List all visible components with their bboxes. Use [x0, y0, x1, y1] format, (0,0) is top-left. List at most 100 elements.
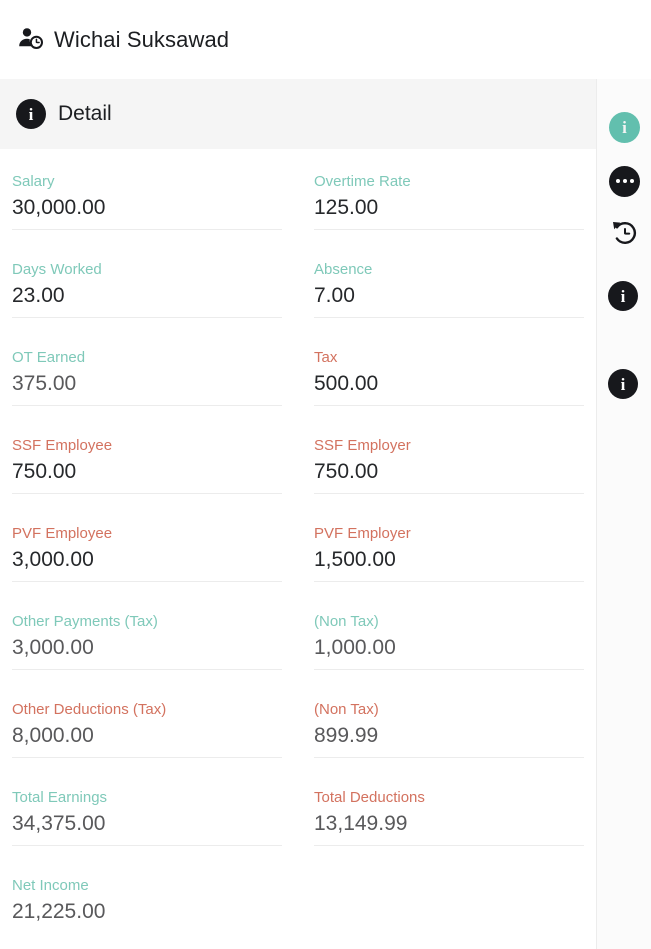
column-gap [294, 701, 302, 789]
info-circle-icon: i [608, 369, 638, 399]
field-ot-earned[interactable]: OT Earned 375.00 [0, 349, 294, 437]
field-underline [314, 317, 584, 318]
field-value[interactable]: 899.99 [314, 719, 584, 749]
field-value[interactable]: 125.00 [314, 191, 584, 221]
field-label: PVF Employer [314, 525, 584, 543]
field-salary[interactable]: Salary 30,000.00 [0, 173, 294, 261]
field-underline [314, 229, 584, 230]
detail-form: Salary 30,000.00 Overtime Rate 125.00 Da… [0, 149, 596, 949]
field-underline [314, 757, 584, 758]
absence-info-button[interactable]: i [608, 281, 638, 311]
field-value: 21,225.00 [12, 895, 282, 925]
field-underline [314, 405, 584, 406]
page-title: Wichai Suksawad [54, 27, 229, 53]
column-gap [294, 349, 302, 437]
rail-button-info[interactable]: i [597, 99, 651, 155]
field-value[interactable]: 500.00 [314, 367, 584, 397]
field-pvf-employee[interactable]: PVF Employee 3,000.00 [0, 525, 294, 613]
field-label: PVF Employee [12, 525, 282, 543]
column-gap [294, 789, 302, 877]
field-days-worked[interactable]: Days Worked 23.00 [0, 261, 294, 349]
field-value[interactable]: 1,500.00 [314, 543, 584, 573]
column-gap [294, 613, 302, 701]
field-value[interactable]: 23.00 [12, 279, 282, 309]
field-underline [314, 845, 584, 846]
field-absence[interactable]: Absence 7.00 i [302, 261, 596, 349]
field-value[interactable]: 1,000.00 [314, 631, 584, 661]
field-underline [12, 405, 282, 406]
field-underline [12, 845, 282, 846]
rail-button-history[interactable] [597, 207, 651, 263]
field-value: 13,149.99 [314, 807, 584, 837]
field-underline [12, 493, 282, 494]
field-label: Salary [12, 173, 282, 191]
field-total-earnings: Total Earnings 34,375.00 [0, 789, 294, 877]
field-ssf-employer[interactable]: SSF Employer 750.00 [302, 437, 596, 525]
field-label: (Non Tax) [314, 701, 584, 719]
user-clock-icon [16, 25, 46, 55]
field-value[interactable]: 3,000.00 [12, 631, 282, 661]
detail-section-header: i Detail [0, 79, 651, 149]
field-other-deductions-non-tax[interactable]: (Non Tax) 899.99 [302, 701, 596, 789]
field-underline [12, 229, 282, 230]
field-value[interactable]: 30,000.00 [12, 191, 282, 221]
field-value[interactable]: 8,000.00 [12, 719, 282, 749]
right-rail: i [596, 79, 651, 949]
form-row: Net Income 21,225.00 [0, 877, 596, 949]
info-circle-icon: i [609, 112, 640, 143]
form-row: Total Earnings 34,375.00 Total Deduction… [0, 789, 596, 877]
field-net-income: Net Income 21,225.00 [0, 877, 294, 949]
field-underline [12, 581, 282, 582]
field-value[interactable]: 750.00 [12, 455, 282, 485]
form-row: Other Deductions (Tax) 8,000.00 (Non Tax… [0, 701, 596, 789]
field-other-payments-tax[interactable]: Other Payments (Tax) 3,000.00 [0, 613, 294, 701]
ellipsis-circle-icon [609, 166, 640, 197]
field-label: Days Worked [12, 261, 282, 279]
field-underline [12, 757, 282, 758]
field-label: Other Payments (Tax) [12, 613, 282, 631]
form-row: Salary 30,000.00 Overtime Rate 125.00 [0, 173, 596, 261]
info-circle-icon: i [608, 281, 638, 311]
field-label: SSF Employee [12, 437, 282, 455]
field-overtime-rate[interactable]: Overtime Rate 125.00 [302, 173, 596, 261]
form-row: SSF Employee 750.00 SSF Employer 750.00 [0, 437, 596, 525]
tax-info-button[interactable]: i [608, 369, 638, 399]
field-value[interactable]: 3,000.00 [12, 543, 282, 573]
field-label: Total Deductions [314, 789, 584, 807]
field-label: Net Income [12, 877, 282, 895]
field-label: Tax [314, 349, 584, 367]
field-underline [314, 669, 584, 670]
field-label: OT Earned [12, 349, 282, 367]
field-value[interactable]: 7.00 [314, 279, 584, 309]
form-row: PVF Employee 3,000.00 PVF Employer 1,500… [0, 525, 596, 613]
info-circle-icon: i [16, 99, 46, 129]
field-other-payments-non-tax[interactable]: (Non Tax) 1,000.00 [302, 613, 596, 701]
payroll-detail-screen: Wichai Suksawad i Detail i [0, 0, 651, 949]
section-title: Detail [58, 102, 112, 126]
column-gap [294, 173, 302, 261]
field-tax[interactable]: Tax 500.00 i [302, 349, 596, 437]
field-label: Absence [314, 261, 584, 279]
field-value[interactable]: 750.00 [314, 455, 584, 485]
field-ssf-employee[interactable]: SSF Employee 750.00 [0, 437, 294, 525]
column-gap [294, 261, 302, 349]
field-underline [12, 669, 282, 670]
field-label: (Non Tax) [314, 613, 584, 631]
titlebar: Wichai Suksawad [0, 0, 651, 79]
field-label: Overtime Rate [314, 173, 584, 191]
field-empty [302, 877, 596, 949]
field-value: 34,375.00 [12, 807, 282, 837]
field-other-deductions-tax[interactable]: Other Deductions (Tax) 8,000.00 [0, 701, 294, 789]
field-label: SSF Employer [314, 437, 584, 455]
field-pvf-employer[interactable]: PVF Employer 1,500.00 [302, 525, 596, 613]
history-icon [610, 218, 640, 253]
form-row: Other Payments (Tax) 3,000.00 (Non Tax) … [0, 613, 596, 701]
field-underline [314, 493, 584, 494]
field-total-deductions: Total Deductions 13,149.99 [302, 789, 596, 877]
column-gap [294, 525, 302, 613]
field-value: 375.00 [12, 367, 282, 397]
field-label: Other Deductions (Tax) [12, 701, 282, 719]
rail-button-more-options[interactable] [597, 153, 651, 209]
column-gap [294, 437, 302, 525]
field-underline [314, 581, 584, 582]
